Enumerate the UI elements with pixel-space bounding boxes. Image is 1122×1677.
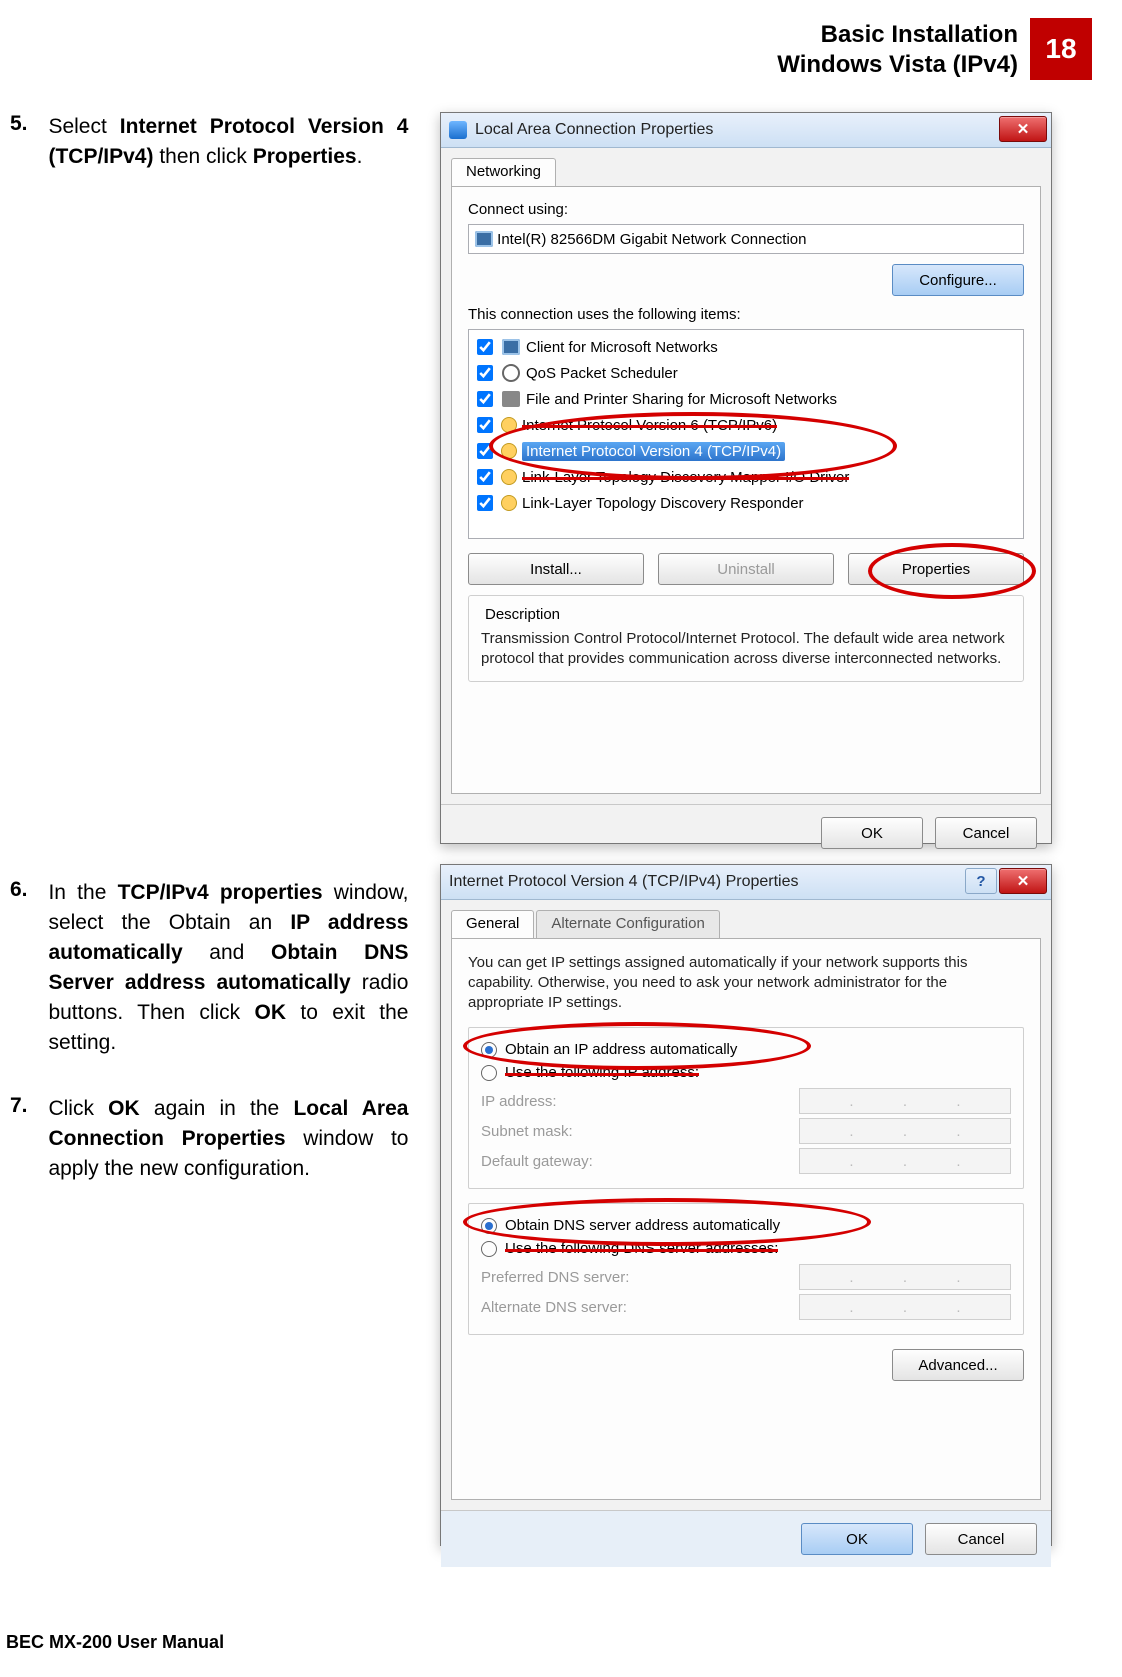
close-icon[interactable]: ✕ bbox=[999, 868, 1047, 894]
ipv4-icon bbox=[502, 444, 516, 458]
radio-auto-ip[interactable]: Obtain an IP address automatically bbox=[481, 1038, 1011, 1061]
step-7-text: Click OK again in the Local Area Connect… bbox=[48, 1094, 408, 1184]
ip-address-label: IP address: bbox=[481, 1093, 773, 1110]
list-item[interactable]: Client for Microsoft Networks bbox=[471, 334, 1021, 360]
description-text: Transmission Control Protocol/Internet P… bbox=[481, 629, 1011, 669]
list-item[interactable]: Internet Protocol Version 6 (TCP/IPv6) bbox=[471, 412, 1021, 438]
titlebar[interactable]: Local Area Connection Properties ✕ bbox=[441, 113, 1051, 148]
step-6-num: 6. bbox=[10, 878, 44, 902]
checkbox[interactable] bbox=[477, 417, 493, 433]
qos-icon bbox=[502, 364, 520, 382]
titlebar[interactable]: Internet Protocol Version 4 (TCP/IPv4) P… bbox=[441, 865, 1051, 900]
ok-button[interactable]: OK bbox=[821, 817, 923, 849]
radio-manual-ip[interactable]: Use the following IP address: bbox=[481, 1061, 1011, 1084]
properties-button[interactable]: Properties bbox=[848, 553, 1024, 585]
radio-icon bbox=[481, 1065, 497, 1081]
advanced-button[interactable]: Advanced... bbox=[892, 1349, 1024, 1381]
checkbox[interactable] bbox=[477, 391, 493, 407]
nic-icon bbox=[475, 231, 493, 247]
alternate-dns-field: ... bbox=[799, 1294, 1011, 1320]
dialog2-title: Internet Protocol Version 4 (TCP/IPv4) P… bbox=[449, 873, 798, 891]
page-header: Basic Installation Windows Vista (IPv4) … bbox=[6, 18, 1092, 80]
configure-button[interactable]: Configure... bbox=[892, 264, 1024, 296]
checkbox[interactable] bbox=[477, 495, 493, 511]
intro-text: You can get IP settings assigned automat… bbox=[468, 953, 1024, 1013]
radio-icon bbox=[481, 1241, 497, 1257]
checkbox[interactable] bbox=[477, 339, 493, 355]
dialog1-title: Local Area Connection Properties bbox=[475, 121, 713, 139]
step-5-num: 5. bbox=[10, 112, 44, 136]
radio-manual-dns[interactable]: Use the following DNS server addresses: bbox=[481, 1237, 1011, 1260]
gateway-field: ... bbox=[799, 1148, 1011, 1174]
alternate-dns-label: Alternate DNS server: bbox=[481, 1299, 773, 1316]
preferred-dns-label: Preferred DNS server: bbox=[481, 1269, 773, 1286]
checkbox[interactable] bbox=[477, 443, 493, 459]
preferred-dns-field: ... bbox=[799, 1264, 1011, 1290]
step-6-text: In the TCP/IPv4 properties window, selec… bbox=[48, 878, 408, 1058]
adapter-name: Intel(R) 82566DM Gigabit Network Connect… bbox=[497, 231, 806, 248]
radio-auto-dns[interactable]: Obtain DNS server address automatically bbox=[481, 1214, 1011, 1237]
list-item[interactable]: QoS Packet Scheduler bbox=[471, 360, 1021, 386]
header-title: Basic Installation Windows Vista (IPv4) bbox=[777, 18, 1030, 80]
list-item-selected[interactable]: Internet Protocol Version 4 (TCP/IPv4) bbox=[471, 438, 1021, 464]
subnet-mask-field: ... bbox=[799, 1118, 1011, 1144]
title-line2: Windows Vista (IPv4) bbox=[777, 51, 1018, 78]
network-icon bbox=[449, 121, 467, 139]
client-icon bbox=[502, 339, 520, 355]
items-listbox[interactable]: Client for Microsoft Networks QoS Packet… bbox=[468, 329, 1024, 539]
lac-properties-dialog: Local Area Connection Properties ✕ Netwo… bbox=[440, 112, 1052, 844]
radio-icon bbox=[481, 1218, 497, 1234]
adapter-field: Intel(R) 82566DM Gigabit Network Connect… bbox=[468, 224, 1024, 254]
title-line1: Basic Installation bbox=[821, 21, 1018, 48]
cancel-button[interactable]: Cancel bbox=[925, 1523, 1037, 1555]
cancel-button[interactable]: Cancel bbox=[935, 817, 1037, 849]
ipv4-properties-dialog: Internet Protocol Version 4 (TCP/IPv4) P… bbox=[440, 864, 1052, 1546]
tab-alternate[interactable]: Alternate Configuration bbox=[536, 910, 719, 938]
tab-networking[interactable]: Networking bbox=[451, 158, 556, 186]
step-7-num: 7. bbox=[10, 1094, 44, 1118]
lltd-responder-icon bbox=[502, 496, 516, 510]
list-item[interactable]: Link-Layer Topology Discovery Responder bbox=[471, 490, 1021, 516]
ipv6-icon bbox=[502, 418, 516, 432]
items-label: This connection uses the following items… bbox=[468, 306, 1024, 323]
uninstall-button: Uninstall bbox=[658, 553, 834, 585]
list-item[interactable]: Link-Layer Topology Discovery Mapper I/O… bbox=[471, 464, 1021, 490]
tab-general[interactable]: General bbox=[451, 910, 534, 938]
printer-icon bbox=[502, 391, 520, 407]
footer-text: BEC MX-200 User Manual bbox=[6, 1632, 224, 1653]
lltd-icon bbox=[502, 470, 516, 484]
close-icon[interactable]: ✕ bbox=[999, 116, 1047, 142]
install-button[interactable]: Install... bbox=[468, 553, 644, 585]
checkbox[interactable] bbox=[477, 365, 493, 381]
step-5-text: Select Internet Protocol Version 4 (TCP/… bbox=[48, 112, 408, 172]
ip-address-field: ... bbox=[799, 1088, 1011, 1114]
subnet-mask-label: Subnet mask: bbox=[481, 1123, 773, 1140]
description-label: Description bbox=[481, 606, 564, 623]
checkbox[interactable] bbox=[477, 469, 493, 485]
ok-button[interactable]: OK bbox=[801, 1523, 913, 1555]
help-icon[interactable]: ? bbox=[965, 868, 997, 894]
radio-icon bbox=[481, 1042, 497, 1058]
connect-using-label: Connect using: bbox=[468, 201, 1024, 218]
page-number-badge: 18 bbox=[1030, 18, 1092, 80]
list-item[interactable]: File and Printer Sharing for Microsoft N… bbox=[471, 386, 1021, 412]
gateway-label: Default gateway: bbox=[481, 1153, 773, 1170]
